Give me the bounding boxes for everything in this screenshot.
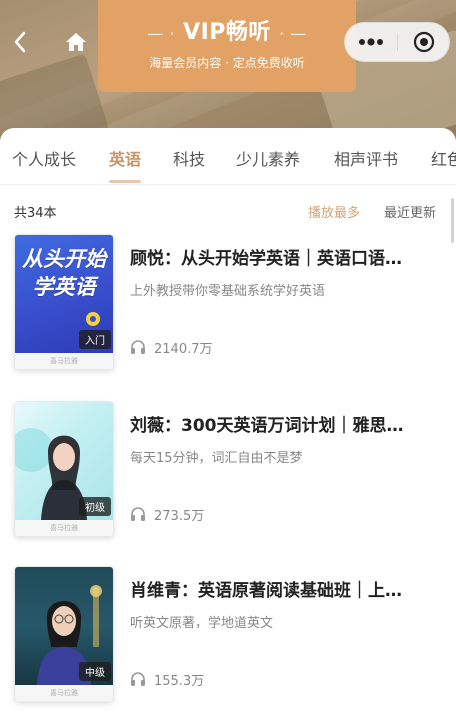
title-dash-right: · — bbox=[279, 24, 307, 43]
book-cover: 从头开始 学英语 入门 喜马拉雅 bbox=[14, 234, 114, 370]
list-item[interactable]: 从头开始 学英语 入门 喜马拉雅 顾悦：从头开始学英语｜英语口语… 上外教授带你… bbox=[0, 234, 456, 384]
active-tab-indicator bbox=[109, 180, 141, 183]
play-badge-icon bbox=[86, 312, 100, 326]
more-button[interactable] bbox=[345, 23, 397, 61]
play-count: 273.5万 bbox=[130, 505, 205, 524]
play-count-value: 2140.7万 bbox=[154, 341, 213, 357]
level-badge: 初级 bbox=[79, 497, 111, 516]
tab-personal-growth[interactable]: 个人成长 bbox=[12, 146, 76, 170]
miniapp-capsule bbox=[344, 22, 450, 62]
item-description: 听英文原著，学地道英文 bbox=[130, 616, 274, 631]
play-count-value: 273.5万 bbox=[154, 508, 205, 524]
play-count: 2140.7万 bbox=[130, 338, 213, 357]
publisher-label: 喜马拉雅 bbox=[15, 520, 113, 536]
publisher-label: 喜马拉雅 bbox=[15, 353, 113, 369]
page-subtitle: 海量会员内容 · 定点免费收听 bbox=[149, 56, 305, 70]
item-description: 每天15分钟，词汇自由不是梦 bbox=[130, 451, 303, 466]
headphones-icon bbox=[131, 340, 145, 354]
tab-english[interactable]: 英语 bbox=[109, 146, 141, 170]
content-sheet: 个人成长 英语 科技 少儿素养 相声评书 红色 共34本 播放最多 最近更新 从… bbox=[0, 128, 456, 718]
item-title: 刘薇：300天英语万词计划｜雅思… bbox=[130, 416, 404, 436]
book-cover: 中级 喜马拉雅 bbox=[14, 566, 114, 702]
headphones-icon bbox=[131, 672, 145, 686]
title-dash-left: — · bbox=[147, 24, 175, 43]
level-badge: 中级 bbox=[79, 662, 111, 681]
headphones-icon bbox=[131, 507, 145, 521]
tab-red[interactable]: 红色 bbox=[431, 146, 456, 170]
more-dots-icon bbox=[359, 38, 383, 46]
tabs-divider bbox=[0, 184, 456, 185]
close-miniapp-button[interactable] bbox=[398, 23, 449, 61]
list-item[interactable]: 中级 喜马拉雅 肖维青：英语原著阅读基础班｜上… 听英文原著，学地道英文 155… bbox=[0, 566, 456, 716]
item-title: 顾悦：从头开始学英语｜英语口语… bbox=[130, 249, 402, 269]
tab-crosstalk[interactable]: 相声评书 bbox=[334, 146, 398, 170]
item-title: 肖维青：英语原著阅读基础班｜上… bbox=[130, 581, 402, 601]
play-count-value: 155.3万 bbox=[154, 673, 205, 689]
publisher-label: 喜马拉雅 bbox=[15, 685, 113, 701]
tab-kids[interactable]: 少儿素养 bbox=[236, 146, 300, 170]
cover-title-line: 学英语 bbox=[32, 275, 96, 299]
play-count: 155.3万 bbox=[130, 670, 205, 689]
result-count: 共34本 bbox=[14, 206, 57, 221]
sort-most-played[interactable]: 播放最多 bbox=[308, 202, 360, 221]
tab-tech[interactable]: 科技 bbox=[173, 146, 205, 170]
page-title: — · VIP畅听 · — bbox=[98, 14, 356, 46]
list-item[interactable]: 初级 喜马拉雅 刘薇：300天英语万词计划｜雅思… 每天15分钟，词汇自由不是梦… bbox=[0, 401, 456, 551]
home-icon bbox=[66, 33, 86, 51]
sort-latest[interactable]: 最近更新 bbox=[384, 202, 436, 221]
cover-title-text: 从头开始 学英语 bbox=[19, 245, 109, 301]
category-tabs: 个人成长 英语 科技 少儿素养 相声评书 红色 bbox=[0, 128, 456, 184]
title-card: — · VIP畅听 · — 海量会员内容 · 定点免费收听 bbox=[98, 0, 356, 92]
page-title-text: VIP畅听 bbox=[183, 20, 271, 45]
chevron-left-icon bbox=[14, 31, 26, 53]
home-button[interactable] bbox=[62, 28, 90, 56]
book-cover: 初级 喜马拉雅 bbox=[14, 401, 114, 537]
item-description: 上外教授带你零基础系统学好英语 bbox=[130, 284, 326, 299]
back-button[interactable] bbox=[8, 28, 32, 56]
cover-title-line: 从头开始 bbox=[22, 247, 106, 271]
level-badge: 入门 bbox=[79, 330, 111, 349]
target-icon bbox=[413, 31, 434, 53]
